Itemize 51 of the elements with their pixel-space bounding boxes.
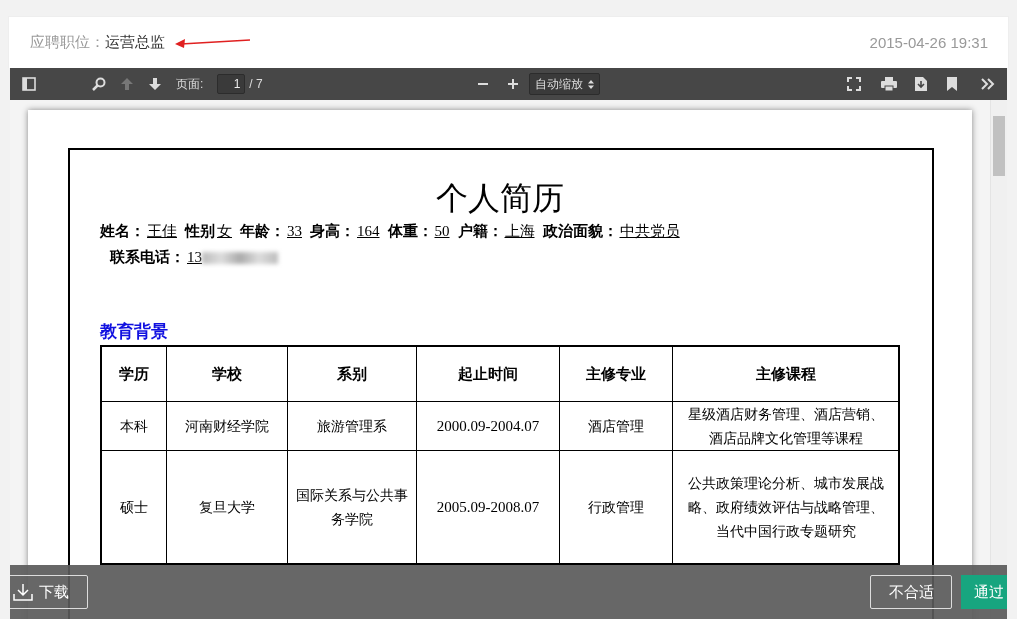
search-icon[interactable] xyxy=(92,77,106,91)
zoom-dropdown[interactable]: 自动缩放 xyxy=(529,73,601,95)
section-heading: 教育背景 xyxy=(100,320,169,343)
table-cell: 本科 xyxy=(101,401,167,451)
scrollbar-thumb[interactable] xyxy=(993,116,1005,176)
table-cell: 河南财经学院 xyxy=(166,401,288,451)
page-label: 页面: xyxy=(176,75,204,93)
download-button[interactable]: 下载 xyxy=(10,575,88,609)
column-header: 起止时间 xyxy=(416,346,560,402)
field-label: 联系电话： xyxy=(110,248,185,266)
field-label: 政治面貌： xyxy=(542,222,618,240)
print-icon[interactable] xyxy=(881,77,897,91)
reject-button[interactable]: 不合适 xyxy=(870,575,952,609)
field-label: 户籍： xyxy=(457,222,503,240)
table-cell: 2000.09-2004.07 xyxy=(416,401,560,451)
download-icon[interactable] xyxy=(915,77,927,91)
field-value: 164 xyxy=(357,223,380,239)
caret-icon xyxy=(588,79,595,89)
column-header: 主修专业 xyxy=(559,346,673,402)
download-icon xyxy=(13,583,33,601)
arrow-icon xyxy=(175,36,251,49)
column-header: 学历 xyxy=(101,346,167,402)
field-label: 身高： xyxy=(310,222,355,240)
table-cell: 酒店管理 xyxy=(559,401,673,451)
field-label: 体重： xyxy=(387,222,433,240)
more-icon[interactable] xyxy=(981,78,995,90)
field-value: 中共党员 xyxy=(619,223,680,239)
zoom-in-icon[interactable] xyxy=(507,78,520,90)
bookmark-icon[interactable] xyxy=(947,77,957,91)
page-input[interactable]: 1 xyxy=(217,74,246,94)
page-count: / 7 xyxy=(249,77,263,91)
down-arrow-icon[interactable] xyxy=(148,77,162,91)
field-value: 13 xyxy=(187,249,202,265)
resume-title: 个人简历 xyxy=(435,179,565,218)
field-label: 年龄： xyxy=(240,222,285,240)
column-header: 学校 xyxy=(166,346,288,402)
position-title: 运营总监 xyxy=(105,33,165,52)
field-value: 上海 xyxy=(504,223,535,239)
field-value: 33 xyxy=(287,223,302,239)
table-cell: 旅游管理系 xyxy=(287,401,417,451)
field-label: 性别 xyxy=(185,222,215,240)
column-header: 系别 xyxy=(287,346,417,402)
sidebar-toggle-icon[interactable] xyxy=(22,77,36,91)
field-value: 王佳 xyxy=(147,223,177,239)
timestamp: 2015-04-26 19:31 xyxy=(869,34,988,51)
field-label: 姓名： xyxy=(100,222,145,240)
field-value: 50 xyxy=(434,223,450,239)
accept-button[interactable]: 通过 xyxy=(961,575,1007,609)
field-value: 女 xyxy=(217,223,232,239)
fullscreen-icon[interactable] xyxy=(847,77,861,91)
field-label: 应聘职位： xyxy=(30,33,105,52)
